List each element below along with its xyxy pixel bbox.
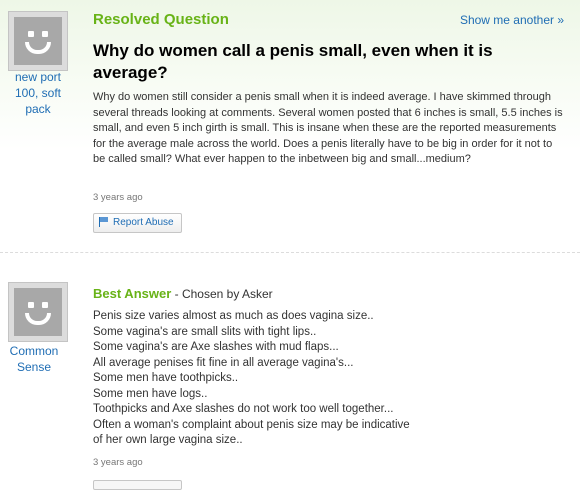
answer-line: Penis size varies almost as much as does… [93,310,374,322]
best-answer-label: Best Answer [93,286,172,301]
default-avatar-icon [14,17,62,65]
show-another-link[interactable]: Show me another » [460,13,564,27]
answer-line: of her own large vagina size.. [93,434,243,446]
asker-name-link[interactable]: new port 100, soft pack [7,69,69,117]
asker-avatar[interactable] [8,11,68,71]
resolved-question-label: Resolved Question [93,11,229,28]
default-avatar-icon [14,288,62,336]
answer-line: Some men have toothpicks.. [93,372,239,384]
answer-body: Penis size varies almost as much as does… [93,309,533,449]
question-body: Why do women still consider a penis smal… [93,91,563,165]
answer-timestamp: 3 years ago [93,457,143,468]
answer-action-button[interactable] [93,480,182,490]
answer-line: All average penises fit fine in all aver… [93,356,354,369]
report-abuse-button[interactable]: Report Abuse [93,213,182,233]
answer-line: Some vagina's are Axe slashes with mud f… [93,341,339,353]
report-abuse-label: Report Abuse [113,217,174,228]
flag-icon [99,217,109,227]
answer-line: Toothpicks and Axe slashes do not work t… [93,403,394,415]
answer-line: Some vagina's are small slits with tight… [93,325,317,338]
question-title: Why do women call a penis small, even wh… [93,41,493,82]
chosen-by-text: - Chosen by Asker [171,287,273,301]
answer-line: Often a woman's complaint about penis si… [93,418,410,431]
best-answer-heading: Best Answer - Chosen by Asker [93,286,273,301]
answer-line: Some men have logs.. [93,387,208,400]
answerer-name-link[interactable]: Common Sense [4,343,64,375]
section-divider [0,252,580,253]
answerer-avatar[interactable] [8,282,68,342]
question-timestamp: 3 years ago [93,192,143,203]
